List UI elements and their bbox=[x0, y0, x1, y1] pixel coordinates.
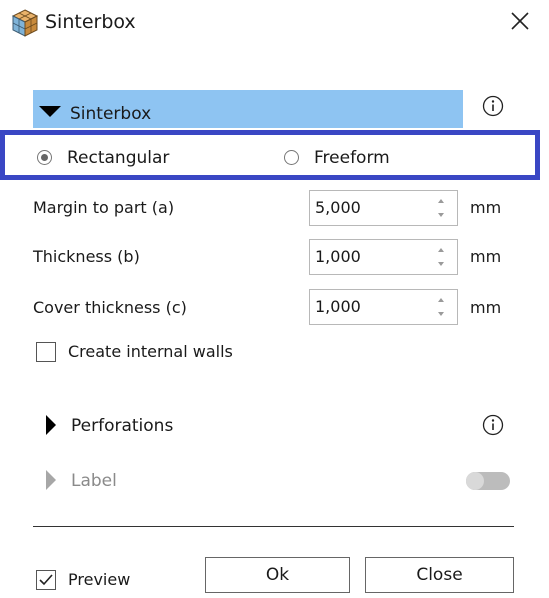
internal-walls-checkbox[interactable] bbox=[36, 342, 56, 362]
radio-freeform[interactable] bbox=[284, 150, 299, 165]
thickness-value[interactable]: 1,000 bbox=[315, 246, 361, 268]
spin-up-icon[interactable] bbox=[438, 248, 444, 252]
close-button[interactable]: Close bbox=[365, 557, 514, 593]
info-icon[interactable] bbox=[482, 95, 504, 117]
preview-label[interactable]: Preview bbox=[68, 568, 130, 592]
thickness-unit: mm bbox=[470, 247, 502, 266]
spin-down-icon[interactable] bbox=[438, 213, 444, 217]
expand-triangle-icon bbox=[46, 470, 56, 490]
spin-up-icon[interactable] bbox=[438, 298, 444, 302]
preview-checkbox[interactable] bbox=[36, 570, 56, 590]
close-icon[interactable] bbox=[507, 8, 533, 34]
section-title: Sinterbox bbox=[70, 104, 152, 124]
divider bbox=[33, 526, 514, 527]
sinterbox-cube-icon bbox=[11, 9, 39, 37]
cover-thickness-value[interactable]: 1,000 bbox=[315, 296, 361, 318]
thickness-label: Thickness (b) bbox=[33, 247, 140, 266]
label-header: Label bbox=[71, 471, 117, 491]
radio-rectangular[interactable] bbox=[37, 150, 52, 165]
margin-unit: mm bbox=[470, 198, 502, 217]
margin-input[interactable]: 5,000 bbox=[309, 190, 458, 226]
margin-value[interactable]: 5,000 bbox=[315, 197, 361, 219]
checkmark-icon bbox=[39, 574, 53, 586]
perforations-header[interactable]: Perforations bbox=[71, 414, 173, 438]
radio-rectangular-label[interactable]: Rectangular bbox=[67, 146, 169, 170]
spin-down-icon[interactable] bbox=[438, 312, 444, 316]
radio-freeform-label[interactable]: Freeform bbox=[314, 146, 390, 170]
ok-button[interactable]: Ok bbox=[205, 557, 350, 593]
collapse-triangle-icon[interactable] bbox=[39, 106, 61, 117]
cover-thickness-label: Cover thickness (c) bbox=[33, 298, 187, 317]
toggle-knob bbox=[466, 472, 484, 490]
spin-down-icon[interactable] bbox=[438, 262, 444, 266]
label-toggle bbox=[466, 472, 510, 490]
thickness-input[interactable]: 1,000 bbox=[309, 239, 458, 275]
info-icon[interactable] bbox=[482, 414, 504, 436]
expand-triangle-icon[interactable] bbox=[46, 415, 56, 435]
cover-thickness-unit: mm bbox=[470, 298, 502, 317]
window-title: Sinterbox bbox=[45, 11, 136, 33]
spin-up-icon[interactable] bbox=[438, 199, 444, 203]
internal-walls-label[interactable]: Create internal walls bbox=[68, 340, 233, 364]
margin-label: Margin to part (a) bbox=[33, 198, 175, 217]
cover-thickness-input[interactable]: 1,000 bbox=[309, 289, 458, 325]
